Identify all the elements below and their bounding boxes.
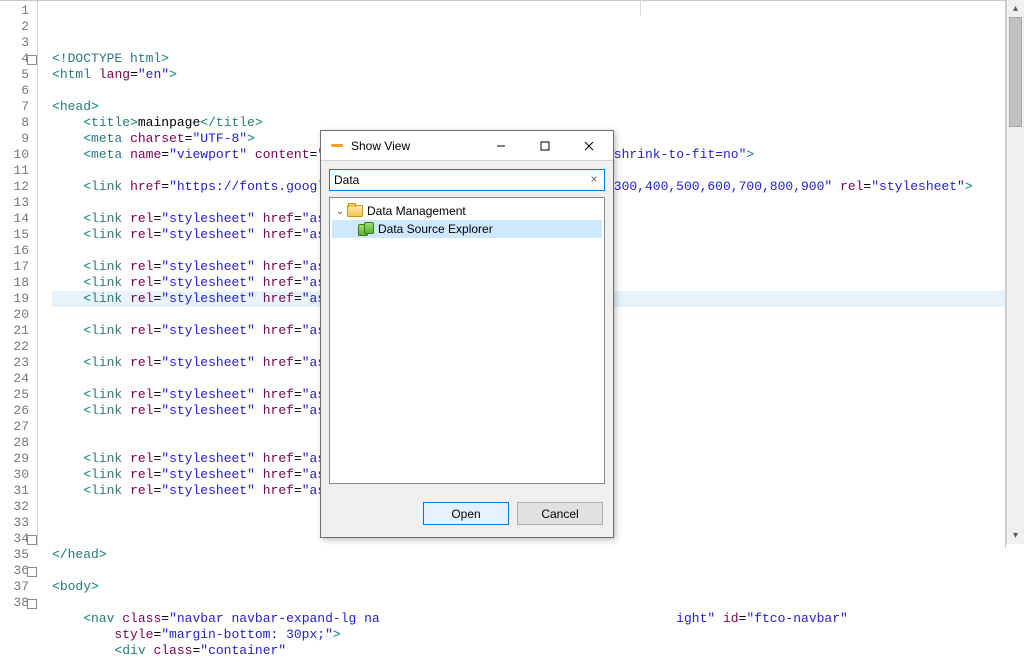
tree-item-label: Data Source Explorer: [378, 222, 493, 236]
code-line[interactable]: style="margin-bottom: 30px;">: [52, 627, 1005, 643]
line-number[interactable]: 37: [0, 579, 29, 595]
line-number[interactable]: 21: [0, 323, 29, 339]
minimize-button[interactable]: [479, 131, 523, 160]
dialog-titlebar[interactable]: Show View: [321, 131, 613, 161]
line-number[interactable]: 13: [0, 195, 29, 211]
line-number[interactable]: 18: [0, 275, 29, 291]
dialog-title: Show View: [351, 139, 410, 153]
filter-input[interactable]: [329, 169, 605, 191]
scroll-up-icon[interactable]: ▴: [1007, 0, 1024, 17]
tree-item-label: Data Management: [367, 204, 466, 218]
line-number[interactable]: 24: [0, 371, 29, 387]
line-number[interactable]: 22: [0, 339, 29, 355]
scroll-track[interactable]: [1009, 17, 1022, 527]
scroll-thumb[interactable]: [1009, 17, 1022, 127]
code-line[interactable]: [52, 83, 1005, 99]
eclipse-icon: [329, 138, 345, 154]
code-line[interactable]: <head>: [52, 99, 1005, 115]
line-number[interactable]: 31: [0, 483, 29, 499]
line-number[interactable]: 9: [0, 131, 29, 147]
code-line[interactable]: [52, 563, 1005, 579]
line-number[interactable]: 33: [0, 515, 29, 531]
line-number[interactable]: 27: [0, 419, 29, 435]
line-number[interactable]: 38: [0, 595, 29, 611]
filter-field-wrap: ×: [329, 169, 605, 191]
maximize-button[interactable]: [523, 131, 567, 160]
code-line[interactable]: <nav class="navbar navbar-expand-lg na i…: [52, 611, 1005, 627]
code-line[interactable]: </head>: [52, 547, 1005, 563]
code-line[interactable]: <!DOCTYPE html>: [52, 51, 1005, 67]
code-line[interactable]: <title>mainpage</title>: [52, 115, 1005, 131]
close-icon: [584, 141, 594, 151]
view-tree[interactable]: ⌄ Data Management Data Source Explorer: [329, 197, 605, 484]
line-number[interactable]: 10: [0, 147, 29, 163]
data-source-explorer-icon: [358, 222, 374, 236]
tree-item-data-source-explorer[interactable]: Data Source Explorer: [332, 220, 602, 238]
line-number[interactable]: 16: [0, 243, 29, 259]
code-line[interactable]: [52, 595, 1005, 611]
folder-icon: [347, 205, 363, 217]
line-number[interactable]: 25: [0, 387, 29, 403]
line-number[interactable]: 5: [0, 67, 29, 83]
code-line[interactable]: <body>: [52, 579, 1005, 595]
line-gutter[interactable]: 1234567891011121314151617181920212223242…: [0, 1, 38, 548]
line-number[interactable]: 32: [0, 499, 29, 515]
line-number[interactable]: 23: [0, 355, 29, 371]
line-number[interactable]: 30: [0, 467, 29, 483]
line-number[interactable]: 36: [0, 563, 29, 579]
line-number[interactable]: 29: [0, 451, 29, 467]
line-number[interactable]: 12: [0, 179, 29, 195]
line-number[interactable]: 20: [0, 307, 29, 323]
line-number[interactable]: 4: [0, 51, 29, 67]
show-view-dialog: Show View × ⌄ Data Management Data Sourc…: [320, 130, 614, 538]
line-number[interactable]: 17: [0, 259, 29, 275]
line-number[interactable]: 14: [0, 211, 29, 227]
line-number[interactable]: 1: [0, 3, 29, 19]
line-number[interactable]: 11: [0, 163, 29, 179]
line-number[interactable]: 19: [0, 291, 29, 307]
chevron-down-icon[interactable]: ⌄: [334, 206, 346, 217]
minimize-icon: [496, 141, 506, 151]
code-line[interactable]: <html lang="en">: [52, 67, 1005, 83]
code-line[interactable]: <div class="container": [52, 643, 1005, 659]
line-number[interactable]: 8: [0, 115, 29, 131]
print-margin-ruler: [640, 0, 641, 16]
clear-filter-icon[interactable]: ×: [587, 172, 601, 186]
open-button[interactable]: Open: [423, 502, 509, 525]
scroll-down-icon[interactable]: ▾: [1007, 527, 1024, 544]
line-number[interactable]: 28: [0, 435, 29, 451]
line-number[interactable]: 7: [0, 99, 29, 115]
line-number[interactable]: 35: [0, 547, 29, 563]
line-number[interactable]: 2: [0, 19, 29, 35]
line-number[interactable]: 3: [0, 35, 29, 51]
maximize-icon: [540, 141, 550, 151]
close-button[interactable]: [567, 131, 611, 160]
line-number[interactable]: 6: [0, 83, 29, 99]
cancel-button[interactable]: Cancel: [517, 502, 603, 525]
line-number[interactable]: 26: [0, 403, 29, 419]
dialog-button-bar: Open Cancel: [321, 492, 613, 537]
line-number[interactable]: 15: [0, 227, 29, 243]
line-number[interactable]: 34: [0, 531, 29, 547]
tree-item-data-management[interactable]: ⌄ Data Management: [332, 202, 602, 220]
vertical-scrollbar[interactable]: ▴ ▾: [1006, 0, 1024, 544]
